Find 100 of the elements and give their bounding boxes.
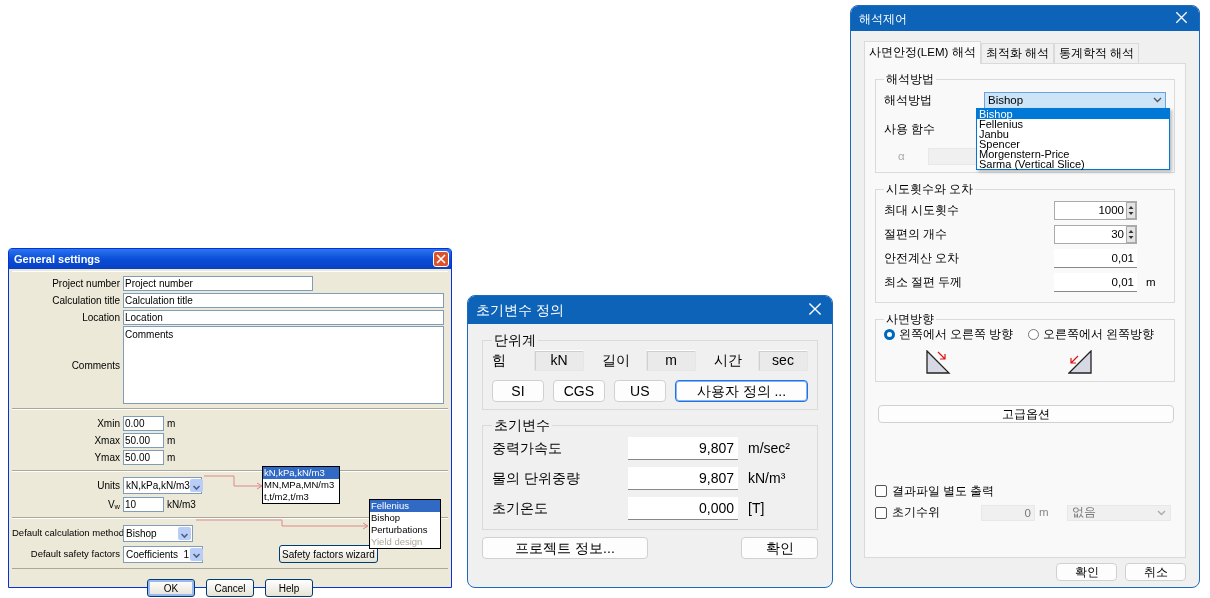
- advanced-options-button[interactable]: 고급옵션: [878, 404, 1174, 423]
- spin-arrows-icon: [1126, 201, 1136, 219]
- window-title: General settings: [14, 251, 101, 267]
- readonly-field: sec: [758, 350, 808, 371]
- dialog-button[interactable]: 확인: [741, 537, 818, 559]
- input-field[interactable]: 50.00: [123, 449, 164, 465]
- spin-arrows-icon: [1126, 225, 1136, 243]
- input-field[interactable]: 50.00: [123, 432, 164, 448]
- input-field[interactable]: Project number: [123, 275, 313, 291]
- tab[interactable]: 통계학적 해석: [1053, 43, 1139, 64]
- unit-label: [T]: [748, 499, 765, 518]
- list-option[interactable]: t,t/m2,t/m3: [263, 491, 339, 503]
- checkbox-option[interactable]: 결과파일 별도 출력: [875, 482, 1175, 500]
- unit-label: m: [167, 433, 176, 448]
- dropdown[interactable]: kN,kPa,kN/m3: [123, 477, 202, 494]
- dropdown[interactable]: Coefficients 1: [123, 545, 203, 563]
- slope-icon: [926, 349, 952, 375]
- unit-label: kN/m3: [167, 497, 196, 512]
- field-label: 최소 절편 두께: [884, 274, 964, 290]
- close-button[interactable]: [808, 302, 824, 318]
- checkbox-option[interactable]: 초기수위: [875, 504, 981, 522]
- unit-label: m: [167, 450, 176, 465]
- input-field[interactable]: 0: [981, 504, 1035, 521]
- field-label: 사용 함수: [884, 121, 936, 137]
- group-title: 초기변수: [493, 417, 551, 433]
- input-field[interactable]: 0.00: [123, 415, 164, 431]
- dialog-button[interactable]: OK: [147, 579, 195, 597]
- unit-button[interactable]: SI: [492, 380, 544, 402]
- unit-label: m/sec²: [748, 439, 790, 458]
- spinner-field[interactable]: 1000: [1054, 200, 1137, 220]
- unit-label: m: [167, 416, 176, 431]
- field-label: 힘: [492, 351, 506, 370]
- input-field[interactable]: Calculation title: [123, 292, 444, 308]
- list-option[interactable]: Perturbations: [370, 524, 440, 536]
- list-option[interactable]: Sarma (Vertical Slice): [977, 159, 1169, 170]
- list-option[interactable]: Bishop: [370, 512, 440, 524]
- field-label: α: [897, 148, 906, 164]
- list-option[interactable]: Janbu: [977, 129, 1169, 140]
- tab[interactable]: 최적화 해석: [980, 43, 1054, 64]
- dialog-button[interactable]: Cancel: [206, 579, 254, 597]
- field-label: Project number: [51, 276, 120, 291]
- input-field[interactable]: 10: [123, 496, 164, 512]
- dialog-button[interactable]: 취소: [1125, 563, 1186, 582]
- group-title: 시도횟수와 오차: [885, 182, 975, 197]
- input-field[interactable]: 0,000: [628, 497, 738, 520]
- field-label: 시간: [714, 351, 742, 370]
- field-label: Xmin: [96, 416, 120, 431]
- field-label: Location: [81, 310, 120, 325]
- field-label: Xmax: [93, 433, 120, 448]
- field-label: 절편의 개수: [884, 226, 949, 242]
- unit-label: kN/m³: [748, 469, 786, 488]
- group-title: 단위계: [493, 332, 537, 348]
- unit-button[interactable]: 사용자 정의 ...: [674, 380, 808, 402]
- field-label: Comments: [70, 358, 120, 373]
- list-option[interactable]: Morgenstern-Price: [977, 149, 1169, 160]
- field-label: V$_{w}$: [106, 497, 120, 512]
- spinner-field[interactable]: 30: [1054, 224, 1137, 244]
- tab[interactable]: 사면안정(LEM) 해석: [864, 41, 981, 65]
- field-label: Default safety factors: [29, 546, 120, 561]
- dropdown[interactable]: 없음: [1067, 504, 1171, 521]
- dialog-button[interactable]: 확인: [1056, 563, 1117, 582]
- close-button[interactable]: [433, 251, 449, 267]
- input-field[interactable]: 9,807: [628, 437, 738, 460]
- dialog-button[interactable]: Help: [265, 579, 313, 597]
- window-title: 초기변수 정의: [476, 300, 564, 320]
- input-field[interactable]: Location: [123, 309, 444, 325]
- dropdown[interactable]: Bishop: [984, 91, 1166, 109]
- group-title: 사면방향: [885, 312, 935, 327]
- dropdown[interactable]: Bishop: [123, 525, 193, 542]
- list-option[interactable]: Bishop: [977, 109, 1169, 120]
- unit-button[interactable]: CGS: [552, 380, 605, 402]
- radio-option[interactable]: 오른쪽에서 왼쪽방향: [1027, 326, 1166, 344]
- group-title: 해석방법: [885, 72, 935, 87]
- list-option[interactable]: Spencer: [977, 139, 1169, 150]
- slope-icon: [1067, 349, 1094, 375]
- close-icon: [436, 254, 446, 264]
- radio-option[interactable]: 왼쪽에서 오른쪽 방향: [884, 326, 1028, 344]
- input-field[interactable]: 9,807: [628, 467, 738, 490]
- list-option[interactable]: MN,MPa,MN/m3: [263, 479, 339, 491]
- list-option[interactable]: Fellenius: [977, 119, 1169, 130]
- close-icon: [808, 302, 822, 316]
- readonly-field: m: [646, 350, 696, 371]
- list-option[interactable]: Fellenius: [370, 500, 440, 512]
- readonly-field: kN: [534, 350, 584, 371]
- connector-arrow: [204, 475, 263, 489]
- list-option[interactable]: kN,kPa,kN/m3: [263, 467, 339, 479]
- wizard-button[interactable]: Safety factors wizard: [279, 545, 378, 563]
- field-label: 해석방법: [884, 92, 933, 108]
- unit-button[interactable]: US: [613, 380, 666, 402]
- window-title: 해석제어: [859, 10, 907, 28]
- field-label: 길이: [602, 351, 630, 370]
- text-area[interactable]: Comments: [123, 326, 444, 404]
- unit-label: m: [1146, 274, 1156, 290]
- input-field[interactable]: 0,01: [1054, 248, 1137, 268]
- field-label: Units: [96, 479, 120, 493]
- input-field[interactable]: 0,01: [1054, 272, 1137, 292]
- dialog-button[interactable]: 프로젝트 정보...: [482, 537, 648, 559]
- chevron-icon: [1157, 509, 1166, 516]
- field-label: 초기온도: [492, 499, 549, 518]
- field-label: 물의 단위중량: [492, 469, 581, 488]
